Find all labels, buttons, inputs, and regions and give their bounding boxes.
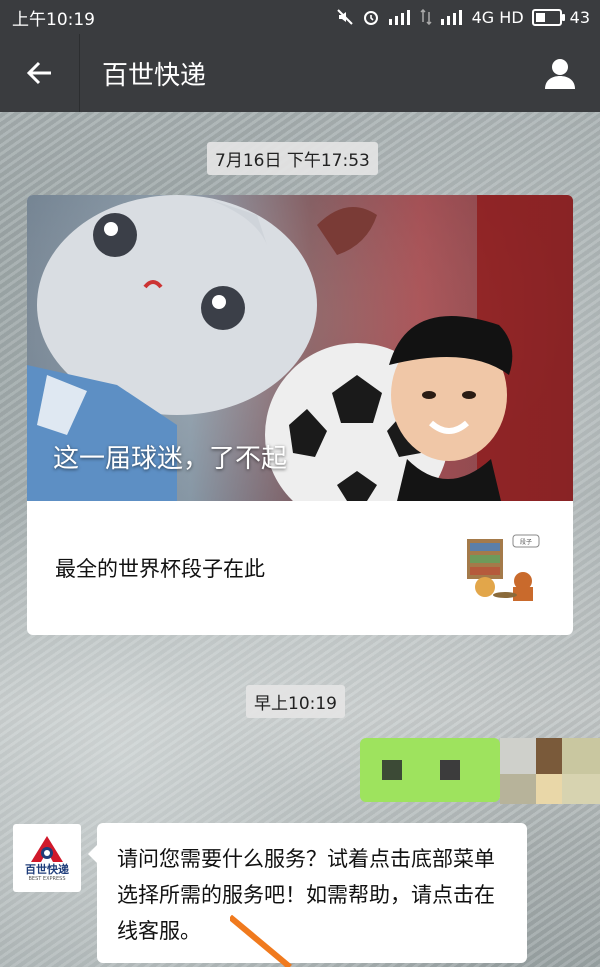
logo-text: 百世快递: [25, 863, 69, 876]
person-icon: [545, 59, 575, 89]
sender-avatar[interactable]: 百世快递 BEST EXPRESS: [13, 824, 81, 892]
annotation-arrow: [230, 915, 292, 967]
profile-button[interactable]: [520, 34, 600, 112]
data-transfer-icon: [420, 9, 432, 25]
timestamp: 7月16日 下午17:53: [207, 142, 378, 175]
article-thumbnail: 段子: [467, 534, 540, 601]
status-bar: 上午10:19 4G HD 43: [0, 0, 600, 34]
pixelated-message: [360, 738, 600, 804]
thumbnail-caption: 段子: [520, 538, 532, 546]
outgoing-message[interactable]: [360, 738, 600, 810]
back-arrow-icon: [26, 61, 51, 85]
alarm-icon: [362, 8, 380, 26]
status-time: 上午10:19: [12, 9, 95, 30]
best-express-logo-icon: [31, 836, 63, 862]
network-label: 4G HD: [471, 7, 524, 27]
battery-icon: [531, 8, 565, 26]
signal-icon: [388, 9, 412, 25]
page-title: 百世快递: [102, 60, 207, 91]
incoming-message-bubble[interactable]: 请问您需要什么服务？试着点击底部菜单选择所需的服务吧！如需帮助，请点击在线客服。: [88, 823, 527, 963]
battery-level: 43: [569, 7, 590, 27]
nav-bar: 百世快递: [0, 34, 600, 112]
article-description-row[interactable]: 最全的世界杯段子在此 段子: [27, 501, 573, 635]
back-button[interactable]: [0, 34, 80, 112]
incoming-message-text: 请问您需要什么服务？试着点击底部菜单选择所需的服务吧！如需帮助，请点击在线客服。: [117, 847, 495, 943]
logo-subtext: BEST EXPRESS: [28, 876, 66, 882]
status-icons: 4G HD 43: [336, 8, 600, 27]
article-headline: 这一届球迷，了不起: [53, 444, 288, 474]
timestamp: 早上10:19: [246, 685, 345, 718]
mute-icon: [336, 8, 354, 26]
signal-icon-2: [440, 9, 464, 25]
article-card[interactable]: 这一届球迷，了不起 最全的世界杯段子在此 段子: [27, 195, 573, 635]
article-cover-image[interactable]: 这一届球迷，了不起: [27, 195, 573, 501]
article-description: 最全的世界杯段子在此: [55, 557, 265, 581]
